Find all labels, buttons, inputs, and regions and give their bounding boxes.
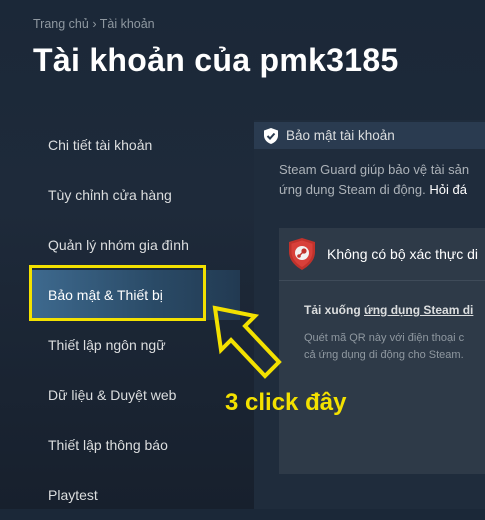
section-title: Bảo mật tài khoản: [286, 128, 395, 143]
sidebar-item-label: Dữ liệu & Duyệt web: [48, 387, 177, 403]
sidebar-item-label: Playtest: [48, 487, 98, 503]
qr-instructions: Quét mã QR này với điện thoại c cả ứng d…: [304, 330, 485, 364]
sidebar-item-label: Thiết lập ngôn ngữ: [48, 337, 166, 353]
download-app-line: Tải xuống ứng dụng Steam di: [304, 303, 473, 317]
sidebar-item-family-management[interactable]: Quản lý nhóm gia đình: [30, 220, 240, 270]
page-title: Tài khoản của pmk3185: [33, 42, 399, 78]
card-title: Không có bộ xác thực di: [327, 246, 479, 262]
annotation-text: 3 click đây: [225, 389, 347, 416]
description-line: Steam Guard giúp bảo vệ tài sản: [279, 162, 470, 177]
breadcrumb-separator: ›: [92, 17, 97, 31]
sidebar-item-label: Thiết lập thông báo: [48, 437, 168, 453]
sidebar-item-playtest[interactable]: Playtest: [30, 470, 240, 520]
breadcrumb-current[interactable]: Tài khoản: [100, 17, 155, 31]
qr-line: Quét mã QR này với điện thoại c: [304, 332, 465, 344]
annotation-highlight-box: [29, 265, 206, 321]
download-app-link[interactable]: ứng dụng Steam di: [364, 303, 473, 317]
breadcrumb-home[interactable]: Trang chủ: [33, 17, 89, 31]
breadcrumb: Trang chủ › Tài khoản: [33, 17, 155, 31]
card-header: Không có bộ xác thực di: [279, 228, 485, 280]
card-divider: [279, 280, 485, 281]
annotation-arrow-icon: [212, 305, 282, 379]
download-prefix: Tải xuống: [304, 303, 361, 317]
shield-icon: [264, 127, 278, 144]
section-header: Bảo mật tài khoản: [254, 122, 485, 149]
sidebar-item-notifications[interactable]: Thiết lập thông báo: [30, 420, 240, 470]
authenticator-card: Không có bộ xác thực di Tải xuống ứng dụ…: [279, 228, 485, 474]
sidebar-item-account-details[interactable]: Chi tiết tài khoản: [30, 120, 240, 170]
faq-link[interactable]: Hỏi đá: [429, 182, 467, 197]
security-description: Steam Guard giúp bảo vệ tài sản ứng dụng…: [279, 160, 485, 200]
qr-line: cả ứng dụng di động cho Steam.: [304, 349, 464, 361]
sidebar-item-store-preferences[interactable]: Tùy chỉnh cửa hàng: [30, 170, 240, 220]
sidebar-item-label: Quản lý nhóm gia đình: [48, 237, 189, 253]
sidebar-item-label: Chi tiết tài khoản: [48, 137, 153, 153]
description-line: ứng dụng Steam di động.: [279, 182, 426, 197]
sidebar-item-label: Tùy chỉnh cửa hàng: [48, 187, 172, 203]
steam-shield-icon: [289, 238, 315, 270]
